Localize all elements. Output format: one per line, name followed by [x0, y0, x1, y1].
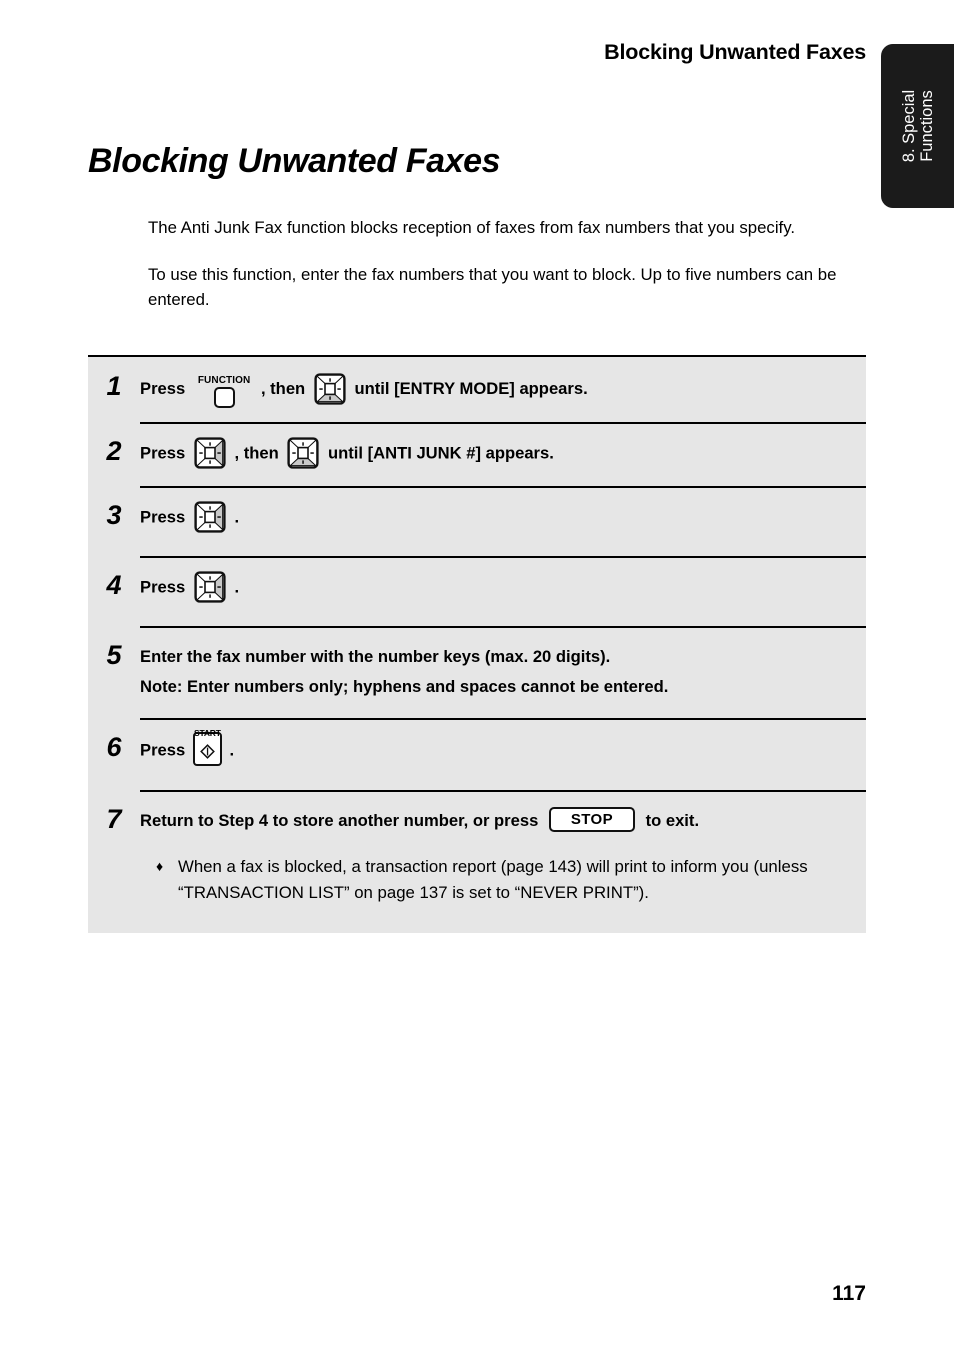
- step-row-5: 5 Enter the fax number with the number k…: [88, 628, 866, 718]
- step-text-1: Press FUNCTION , then until [ENTRY MODE]…: [140, 359, 866, 422]
- step3-tail-label: .: [234, 507, 240, 527]
- step-row-7: 7 Return to Step 4 to store another numb…: [88, 792, 866, 836]
- step-text-6: Press START .: [140, 720, 866, 790]
- step7-tail-label: to exit.: [645, 811, 700, 830]
- chapter-thumb-tab-label: 8. Special Functions: [899, 89, 936, 163]
- step1-then-label: , then: [260, 378, 306, 398]
- step-row-2: 2 Press , then until [ANTI JUNK #] appea…: [88, 424, 866, 486]
- step1-press-label: Press: [140, 378, 186, 398]
- step4-press-label: Press: [140, 577, 186, 597]
- function-key-button[interactable]: [213, 387, 235, 408]
- note-text: When a fax is blocked, a transaction rep…: [178, 857, 808, 902]
- step2-press-label: Press: [140, 443, 186, 463]
- step6-tail-label: .: [229, 740, 235, 760]
- step-row-6: 6 Press START .: [88, 720, 866, 790]
- step2-then-label: , then: [234, 443, 279, 463]
- step-row-1: 1 Press FUNCTION , then until [ENTRY MOD…: [88, 359, 866, 422]
- chapter-thumb-tab: 8. Special Functions: [881, 44, 954, 208]
- page-number: 117: [832, 1282, 866, 1305]
- step-text-4: Press .: [140, 558, 866, 626]
- step-text-7: Return to Step 4 to store another number…: [140, 792, 866, 836]
- step5-line-1: Enter the fax number with the number key…: [140, 647, 611, 666]
- step-number-7: 7: [106, 804, 122, 834]
- intro-section: The Anti Junk Fax function blocks recept…: [148, 215, 848, 334]
- nav-key-right-icon[interactable]: [194, 437, 226, 469]
- step3-press-label: Press: [140, 507, 186, 527]
- step-number-3: 3: [106, 500, 122, 530]
- step1-tail-label: until [ENTRY MODE] appears.: [354, 378, 588, 398]
- stop-key-label: STOP: [570, 810, 614, 828]
- step-row-3: 3 Press .: [88, 488, 866, 556]
- intro-paragraph-1: The Anti Junk Fax function blocks recept…: [148, 218, 796, 237]
- step4-tail-label: .: [234, 577, 240, 597]
- nav-key-down-icon[interactable]: [314, 372, 346, 405]
- chapter-thumb-tab-inner: 8. Special Functions: [881, 44, 954, 208]
- nav-key-right-icon[interactable]: [194, 571, 226, 603]
- running-header-title: Blocking Unwanted Faxes: [604, 40, 866, 64]
- diamond-bullet-icon: ♦: [156, 858, 164, 874]
- note-block: ♦ When a fax is blocked, a transaction r…: [88, 836, 866, 931]
- step6-press-label: Press: [140, 740, 186, 760]
- step-text-2: Press , then until [ANTI JUNK #] appears…: [140, 424, 866, 486]
- start-diamond-icon: [199, 739, 215, 769]
- nav-key-down-icon[interactable]: [287, 437, 319, 469]
- step-text-3: Press .: [140, 488, 866, 556]
- nav-key-right-icon[interactable]: [194, 501, 226, 533]
- start-key-cap-label: START: [194, 728, 221, 738]
- steps-panel: 1 Press FUNCTION , then until [ENTRY MOD…: [88, 355, 866, 933]
- function-key-icon[interactable]: FUNCTION: [198, 375, 250, 408]
- step5-line-2: Note: Enter numbers only; hyphens and sp…: [140, 677, 669, 696]
- panel-top-rule: [88, 355, 866, 357]
- step-text-5: Enter the fax number with the number key…: [140, 628, 866, 718]
- stop-key-icon[interactable]: STOP: [548, 807, 635, 833]
- step-row-4: 4 Press .: [88, 558, 866, 626]
- intro-paragraph-2: To use this function, enter the fax numb…: [148, 265, 837, 309]
- page-title: Blocking Unwanted Faxes: [88, 142, 501, 180]
- step-number-4: 4: [106, 570, 122, 600]
- step2-tail-label: until [ANTI JUNK #] appears.: [327, 443, 554, 463]
- step7-lead-label: Return to Step 4 to store another number…: [140, 811, 539, 830]
- start-key-icon[interactable]: START: [192, 728, 222, 769]
- step-number-1: 1: [106, 371, 122, 401]
- step-number-5: 5: [106, 640, 122, 670]
- step-number-2: 2: [106, 436, 122, 466]
- step-number-6: 6: [106, 732, 122, 762]
- function-key-cap-label: FUNCTION: [197, 375, 251, 386]
